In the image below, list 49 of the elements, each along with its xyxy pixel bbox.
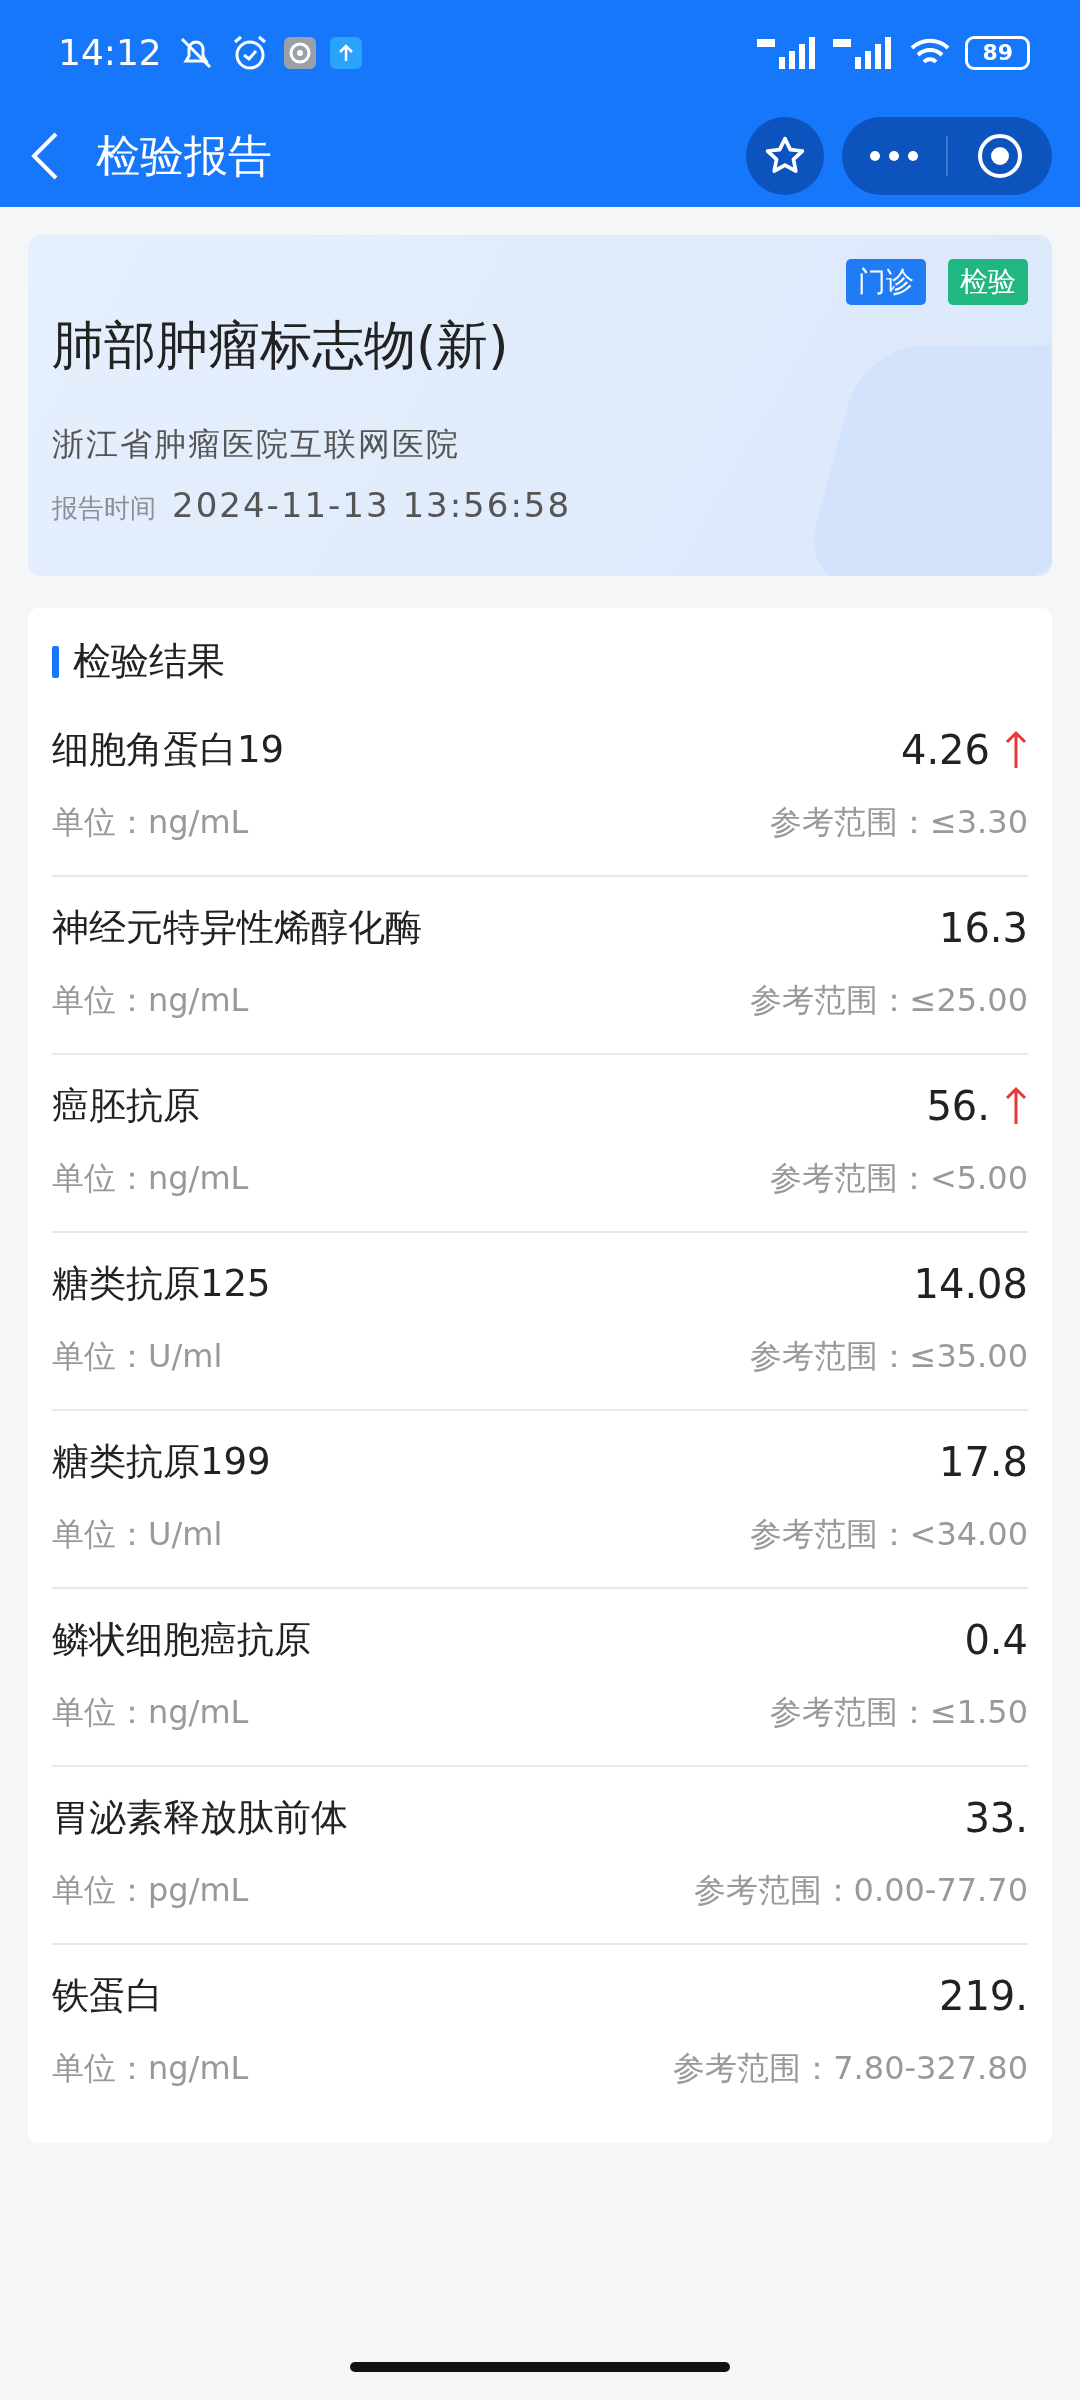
report-time: 2024-11-13 13:56:58 [172,485,572,525]
visit-tag: 检验 [948,259,1028,305]
unit-text: 单位：U/ml [52,1336,223,1377]
unit-text: 单位：ng/mL [52,980,249,1021]
reference-range: 参考范围：≤3.30 [769,802,1028,843]
reference-range: 参考范围：≤35.00 [749,1336,1028,1377]
test-name: 糖类抗原125 [52,1261,271,1307]
up-arrow-icon [1004,1086,1028,1126]
up-arrow-icon [1004,730,1028,770]
test-name: 神经元特异性烯醇化酶 [52,905,422,951]
test-value: 4.26 [900,727,990,773]
visit-tag: 门诊 [846,259,926,305]
test-name: 鳞状细胞癌抗原 [52,1617,311,1663]
unit-text: 单位：ng/mL [52,802,249,843]
status-time: 14:12 [58,32,162,73]
reference-range: 参考范围：0.00-77.70 [693,1870,1028,1911]
more-icon [869,150,919,162]
reference-range: 参考范围：7.80-327.80 [673,2048,1028,2089]
test-value: 16.3 [938,905,1028,951]
section-title: 检验结果 [73,638,225,685]
test-value: 0.4 [964,1617,1028,1663]
reference-range: 参考范围：<34.00 [749,1514,1028,1555]
back-icon[interactable] [30,131,60,181]
upload-icon [329,36,362,69]
unit-text: 单位：ng/mL [52,1158,249,1199]
reference-range: 参考范围：≤25.00 [749,980,1028,1021]
test-value: 219. [938,1973,1028,2019]
test-name: 细胞角蛋白19 [52,727,285,773]
page-title: 检验报告 [96,128,272,183]
test-value: 56. [926,1083,990,1129]
battery-level: 89 [965,35,1030,70]
target-icon [976,132,1024,180]
test-name: 铁蛋白 [52,1973,163,2019]
test-value: 14.08 [913,1261,1028,1307]
unit-text: 单位：ng/mL [52,1692,249,1733]
unit-text: 单位：pg/mL [52,1870,249,1911]
test-name: 胃泌素释放肽前体 [52,1795,348,1841]
test-name: 糖类抗原199 [52,1439,271,1485]
unit-text: 单位：ng/mL [52,2048,249,2089]
reference-range: 参考范围：≤1.50 [769,1692,1028,1733]
section-marker [52,645,59,678]
test-value: 33. [964,1795,1028,1841]
hospital-name: 浙江省肿瘤医院互联网医院 [52,424,461,465]
test-name: 癌胚抗原 [52,1083,200,1129]
test-value: 17.8 [938,1439,1028,1485]
unit-text: 单位：U/ml [52,1514,223,1555]
reference-range: 参考范围：<5.00 [769,1158,1028,1199]
time-label: 报告时间 [52,492,156,525]
report-title: 肺部肿瘤标志物(新) [52,314,510,377]
